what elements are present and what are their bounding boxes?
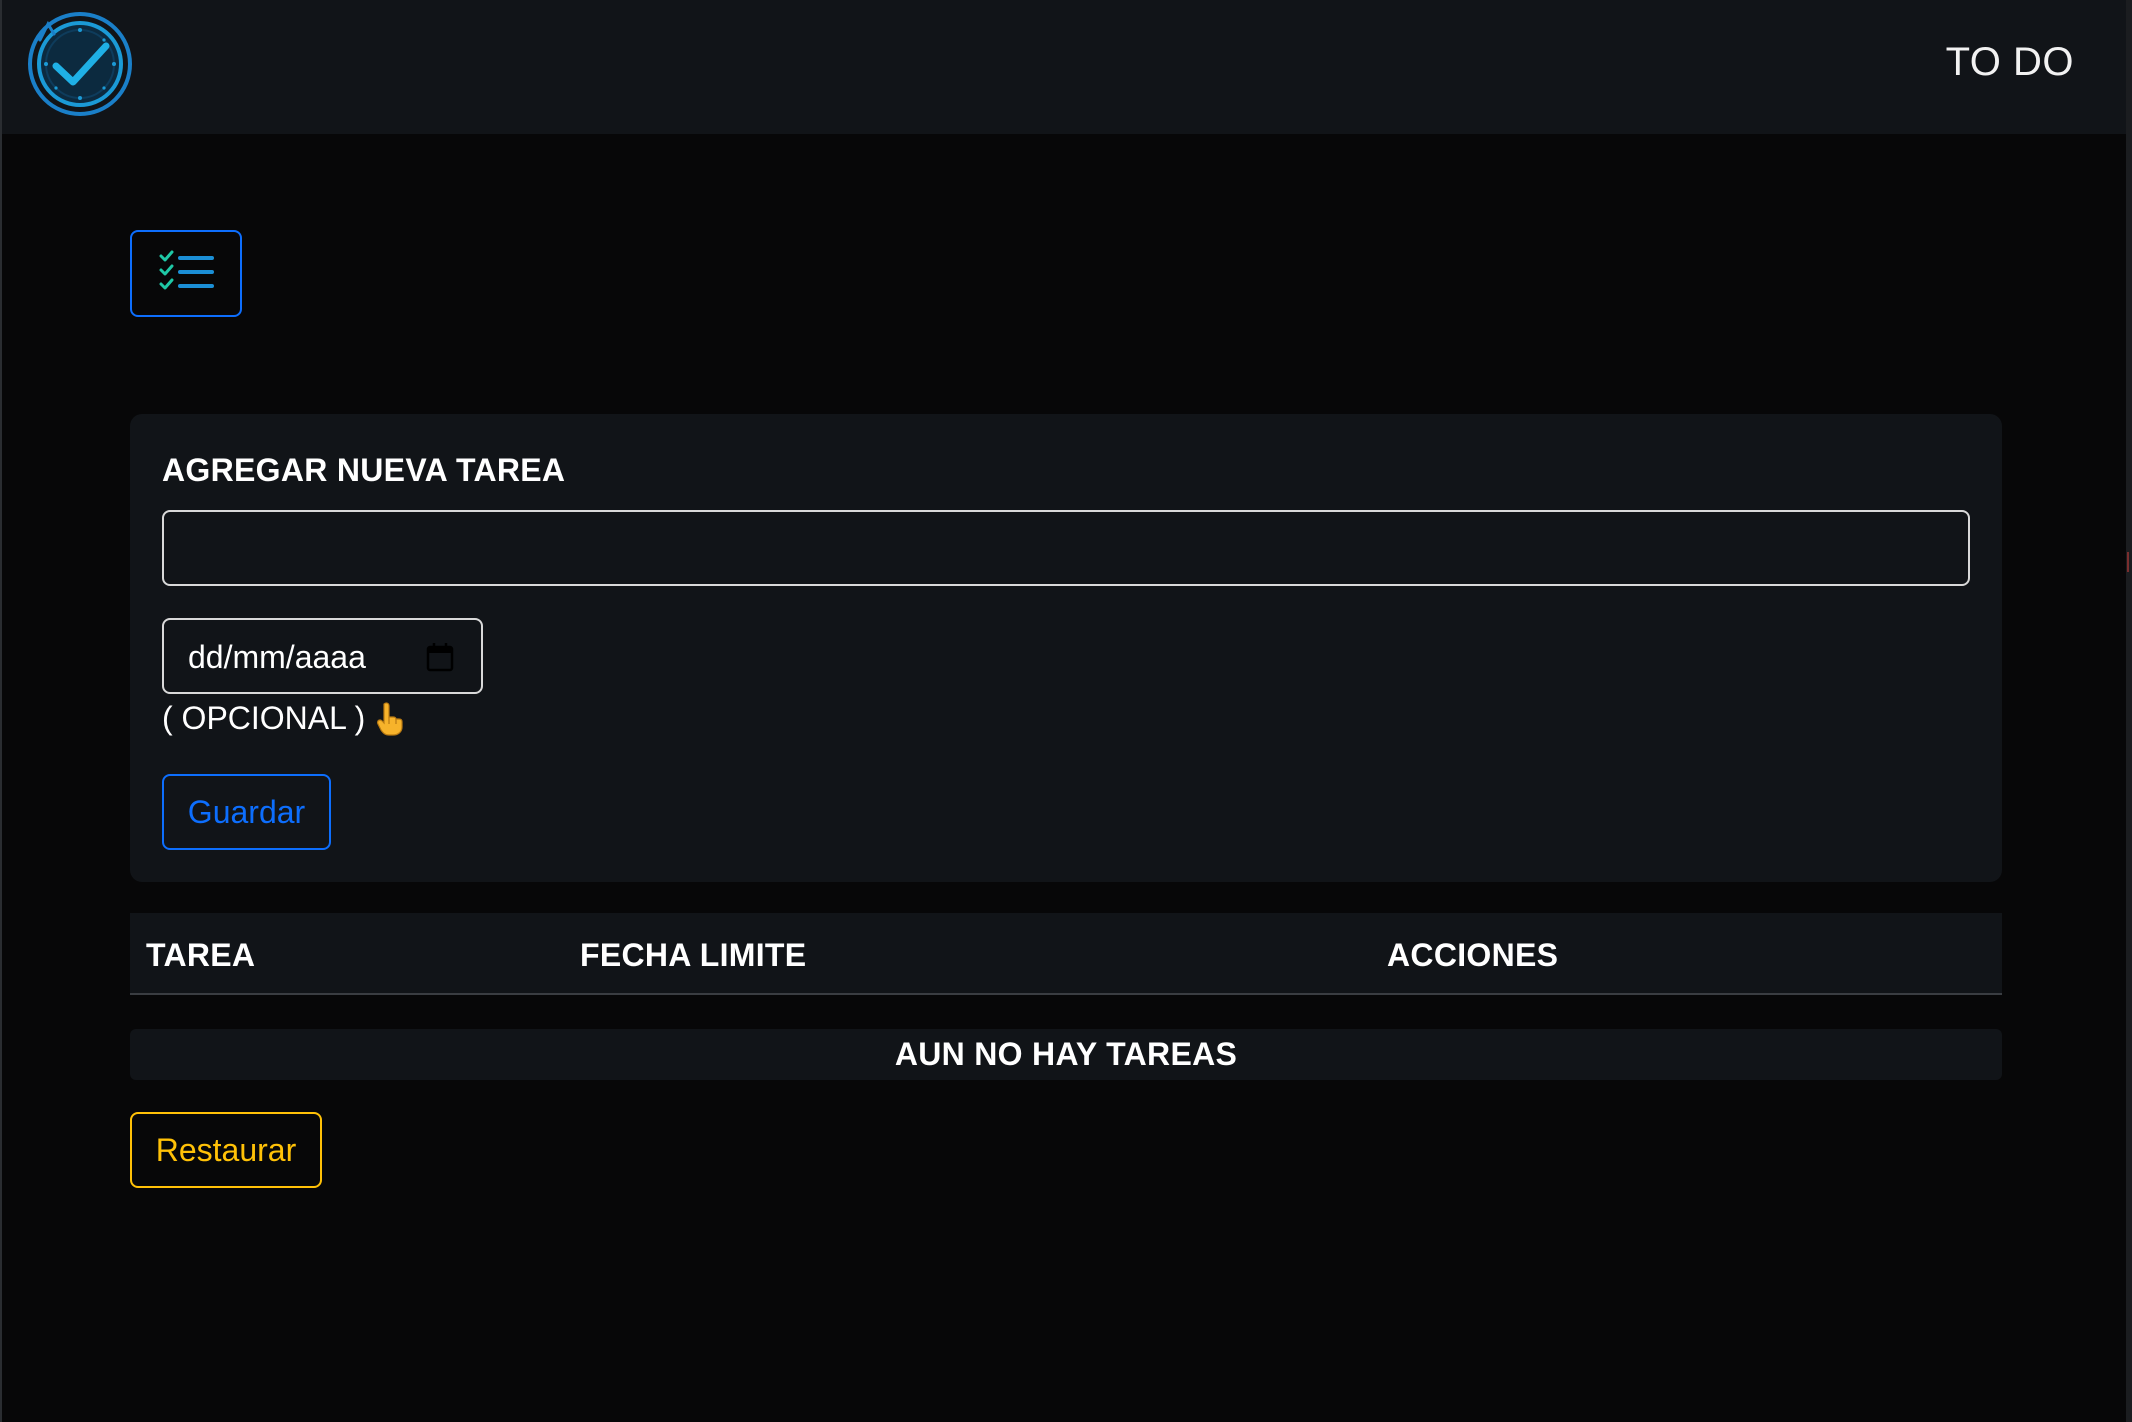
checklist-icon (158, 249, 214, 298)
optional-hint: ( OPCIONAL ) (162, 700, 405, 737)
clock-check-icon[interactable] (26, 10, 134, 118)
due-date-input[interactable]: dd/mm/aaaa (162, 618, 483, 694)
viewport: TO DO AGREGAR NUEVA TAREA dd/mm/aaaa (O… (0, 0, 2132, 1422)
column-header-actions: ACCIONES (1387, 937, 1559, 973)
column-header-task: TAREA (146, 937, 256, 973)
pointing-hand-icon (375, 701, 405, 736)
save-button[interactable]: Guardar (162, 774, 331, 850)
column-header-due-date: FECHA LIMITE (580, 937, 807, 973)
page: TO DO AGREGAR NUEVA TAREA dd/mm/aaaa (O… (0, 0, 2128, 1422)
calendar-icon[interactable] (426, 642, 454, 672)
brand-title[interactable]: TO DO (1946, 40, 2074, 85)
date-placeholder: dd/mm/aaaa (188, 639, 366, 675)
empty-tasks-message: AUN NO HAY TAREAS (130, 1029, 2002, 1080)
task-input[interactable] (162, 510, 1970, 586)
new-task-card: AGREGAR NUEVA TAREA dd/mm/aaaa ( OPCIONA… (130, 414, 2002, 882)
window-edge (2126, 0, 2132, 1422)
navbar: TO DO (2, 0, 2128, 134)
card-title: AGREGAR NUEVA TAREA (162, 452, 566, 488)
list-toggle-button[interactable] (130, 230, 242, 317)
restore-button[interactable]: Restaurar (130, 1112, 322, 1188)
tasks-table-header: TAREA FECHA LIMITE ACCIONES (130, 913, 2002, 995)
window-edge-marker (2127, 552, 2129, 572)
optional-label: ( OPCIONAL ) (162, 700, 366, 736)
